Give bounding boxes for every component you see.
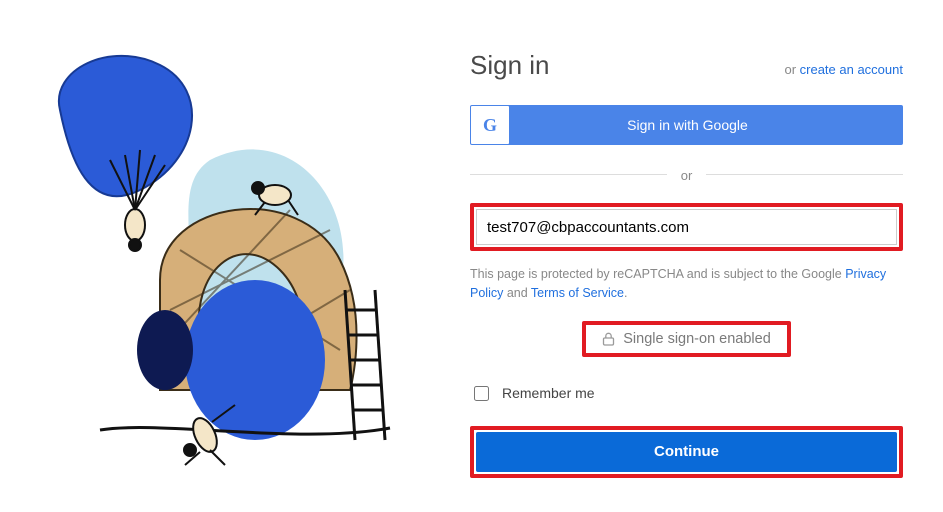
page-title: Sign in (470, 50, 550, 81)
sso-highlight: Single sign-on enabled (582, 321, 791, 357)
separator: or (470, 167, 903, 181)
recaptcha-legal: This page is protected by reCAPTCHA and … (470, 265, 903, 303)
google-signin-button[interactable]: G Sign in with Google (470, 105, 903, 145)
remember-me-label: Remember me (502, 385, 595, 401)
remember-me-checkbox[interactable] (474, 386, 489, 401)
sso-indicator: Single sign-on enabled (588, 327, 785, 351)
continue-button[interactable]: Continue (476, 432, 897, 472)
lock-icon (602, 332, 615, 346)
terms-of-service-link[interactable]: Terms of Service (531, 286, 624, 300)
email-field[interactable] (476, 209, 897, 245)
remember-me-row[interactable]: Remember me (470, 383, 903, 404)
continue-button-highlight: Continue (470, 426, 903, 478)
google-signin-label: Sign in with Google (510, 117, 903, 133)
signin-panel: Sign in or create an account G Sign in w… (450, 0, 943, 512)
create-account-text: or create an account (784, 62, 903, 77)
email-field-highlight (470, 203, 903, 251)
illustration (0, 0, 450, 512)
create-account-link[interactable]: create an account (800, 62, 903, 77)
sso-label: Single sign-on enabled (623, 331, 771, 347)
google-icon: G (471, 106, 509, 144)
